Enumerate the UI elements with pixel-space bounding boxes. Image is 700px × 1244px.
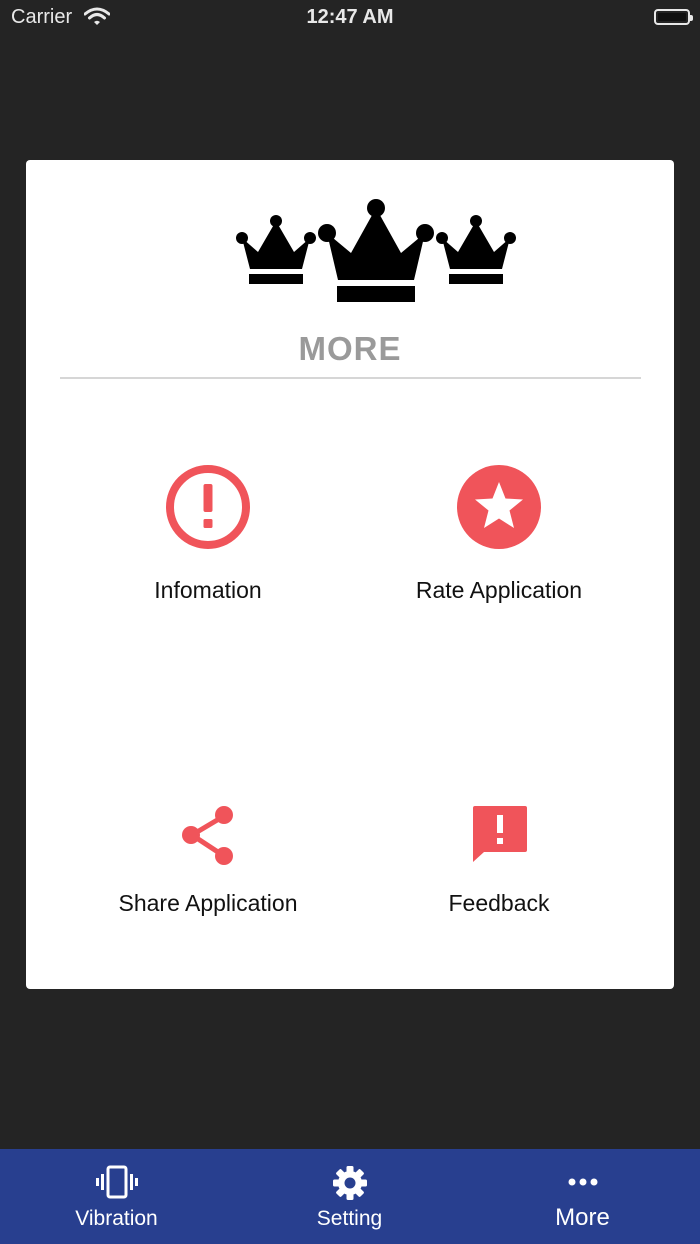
rate-application-button[interactable]: Rate Application: [349, 463, 649, 604]
left-crown-icon: [236, 215, 316, 284]
tab-vibration[interactable]: Vibration: [0, 1149, 233, 1244]
crowns-logo-icon: [236, 199, 516, 302]
share-application-button[interactable]: Share Application: [58, 804, 358, 917]
tab-setting[interactable]: Setting: [233, 1149, 466, 1244]
share-application-label: Share Application: [118, 890, 298, 916]
center-crown-icon: [318, 199, 434, 302]
battery-icon: [654, 9, 693, 25]
information-label: Infomation: [154, 577, 262, 603]
status-time: 12:47 AM: [306, 6, 394, 28]
share-icon: [182, 806, 233, 865]
feedback-icon: [473, 806, 527, 862]
star-circle-icon: [457, 465, 541, 549]
right-crown-icon: [436, 215, 516, 284]
tab-more-label: More: [555, 1204, 610, 1231]
more-card: MORE Infomation Rate Application Share A…: [26, 160, 674, 989]
tab-vibration-label: Vibration: [75, 1207, 158, 1230]
vibration-icon: [95, 1165, 138, 1199]
card-title: MORE: [298, 330, 402, 367]
gear-icon: [332, 1166, 367, 1200]
alert-circle-icon: [166, 465, 250, 549]
tab-bar: Vibration Setting More: [0, 1149, 700, 1244]
status-bar: Carrier 12:47 AM: [0, 0, 700, 36]
more-dots-icon: [568, 1178, 597, 1186]
information-button[interactable]: Infomation: [58, 463, 358, 604]
rate-application-label: Rate Application: [415, 577, 583, 603]
title-divider: [60, 377, 641, 379]
feedback-button[interactable]: Feedback: [349, 804, 649, 917]
feedback-label: Feedback: [448, 890, 550, 916]
tab-more[interactable]: More: [466, 1149, 699, 1244]
tab-setting-label: Setting: [316, 1207, 383, 1230]
